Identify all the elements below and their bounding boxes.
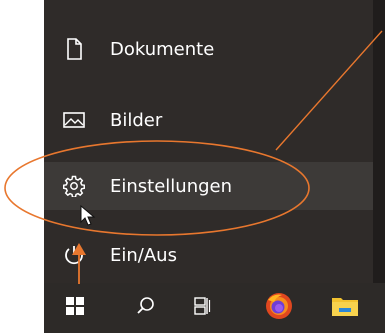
left-margin — [0, 0, 44, 283]
start-menu-tile-edge — [373, 0, 385, 283]
firefox-button[interactable] — [255, 283, 303, 333]
task-view-button[interactable] — [178, 283, 226, 333]
menu-item-label: Dokumente — [110, 38, 215, 60]
menu-item-documents[interactable]: Dokumente — [44, 25, 373, 73]
task-view-icon — [193, 296, 211, 320]
taskbar-left-margin — [0, 283, 44, 333]
file-explorer-button[interactable] — [321, 283, 369, 333]
firefox-icon — [264, 291, 294, 325]
windows-start-icon — [66, 297, 84, 319]
gear-icon — [62, 174, 86, 198]
mouse-pointer-icon — [80, 205, 96, 226]
file-explorer-icon — [331, 294, 359, 322]
start-button[interactable] — [51, 283, 99, 333]
search-button[interactable] — [122, 283, 170, 333]
menu-item-label: Bilder — [110, 109, 163, 131]
menu-item-label: Einstellungen — [110, 175, 233, 197]
menu-item-pictures[interactable]: Bilder — [44, 96, 373, 144]
search-icon — [136, 296, 156, 320]
pictures-icon — [62, 108, 86, 132]
screenshot: Dokumente Bilder Einstellungen Ein/Aus — [0, 0, 385, 333]
menu-item-power[interactable]: Ein/Aus — [44, 231, 373, 279]
start-menu: Dokumente Bilder Einstellungen Ein/Aus — [44, 0, 385, 283]
menu-item-settings[interactable]: Einstellungen — [44, 162, 373, 210]
power-icon — [62, 243, 86, 267]
document-icon — [62, 37, 86, 61]
menu-item-label: Ein/Aus — [110, 244, 177, 266]
